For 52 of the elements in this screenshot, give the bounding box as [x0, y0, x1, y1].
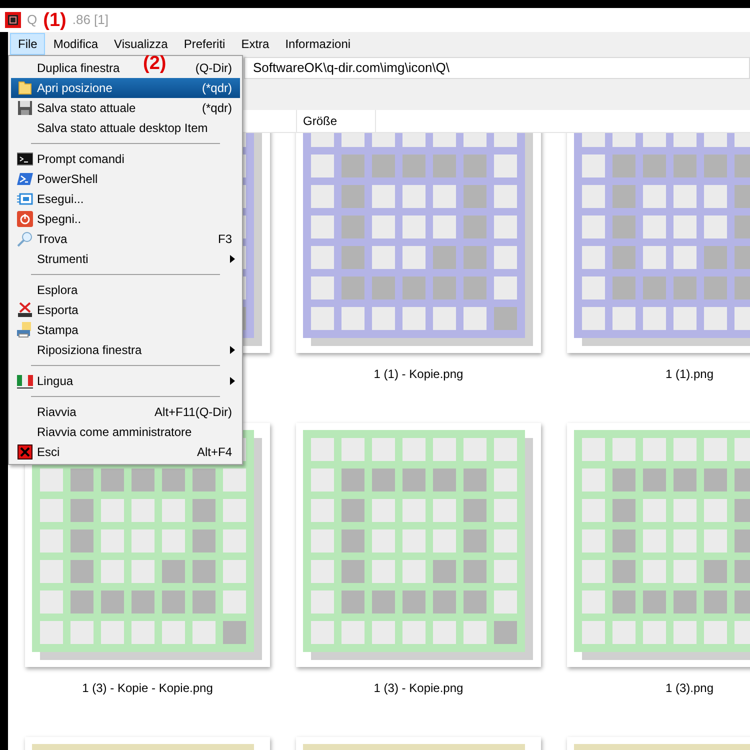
menu-item-label: Apri posizione: [37, 80, 112, 97]
menu-shortcut: Alt+F11(Q-Dir): [154, 404, 232, 421]
flag-icon: [17, 373, 33, 389]
menu-item[interactable]: Riposiziona finestra: [37, 341, 142, 359]
run-window-icon: [17, 191, 33, 207]
menu-bar-item[interactable]: Modifica: [45, 32, 106, 54]
crossed-arrows-icon: [17, 302, 33, 318]
menu-bar-item[interactable]: Preferiti: [176, 32, 234, 54]
menu-bar-item[interactable]: Extra: [233, 32, 278, 54]
menu-shortcut: Alt+F4: [196, 444, 232, 461]
file-name: 1 (1) - Kopie.png: [374, 366, 464, 383]
power-icon: [17, 211, 33, 227]
menu-item[interactable]: Esci: [37, 443, 60, 461]
menu-item[interactable]: Spegni..: [37, 210, 82, 228]
menu-item[interactable]: Esplora: [37, 281, 78, 299]
printer-icon: [17, 322, 33, 338]
file-name: 1 (3) - Kopie.png: [374, 680, 464, 697]
menu-item[interactable]: Riavvia come amministratore: [37, 423, 192, 441]
menu-bar-item[interactable]: Informazioni: [277, 32, 359, 54]
file-name: 1 (1).png: [665, 366, 714, 383]
file-name: 1 (3).png: [665, 680, 714, 697]
menu-item[interactable]: Riavvia: [37, 403, 76, 421]
menu-item[interactable]: Duplica finestra: [37, 59, 120, 77]
menu-item[interactable]: Apri posizione (*qdr): [11, 78, 240, 98]
window-title: .86 [1]: [72, 11, 108, 30]
menu-shortcut: (Q-Dir): [195, 60, 232, 77]
window-title: Q: [27, 11, 38, 30]
app-icon: [5, 12, 21, 28]
column-header[interactable]: Größe: [296, 110, 376, 132]
close-icon: [17, 444, 33, 460]
menu-item[interactable]: Trova: [37, 230, 68, 248]
file-name: 1 (3) - Kopie - Kopie.png: [82, 680, 213, 697]
menu-item[interactable]: PowerShell: [37, 170, 98, 188]
menu-item[interactable]: Lingua: [37, 372, 74, 390]
menu-item[interactable]: Stampa: [37, 321, 78, 339]
menu-shortcut: (*qdr): [202, 100, 232, 117]
menu-bar-item[interactable]: File: [10, 32, 46, 54]
menu-item[interactable]: Strumenti: [37, 250, 88, 268]
command-prompt-icon: [17, 151, 33, 167]
annotation-number: (1): [43, 10, 66, 30]
powershell-icon: [17, 171, 33, 187]
menu-shortcut: (*qdr): [202, 80, 232, 97]
search-icon: [17, 231, 33, 247]
address-field[interactable]: SoftwareOK\q-dir.com\img\icon\Q\: [244, 56, 750, 78]
menu-item[interactable]: Esporta: [37, 301, 78, 319]
menu-item[interactable]: Prompt comandi: [37, 150, 124, 168]
menu-item[interactable]: Salva stato attuale desktop Item: [37, 119, 208, 137]
menu-item[interactable]: Salva stato attuale: [37, 99, 136, 117]
annotation-number: (2): [143, 54, 166, 73]
menu-shortcut: F3: [218, 231, 232, 248]
menu-item[interactable]: Esegui...: [37, 190, 84, 208]
menu-bar-item[interactable]: Visualizza: [106, 32, 176, 54]
